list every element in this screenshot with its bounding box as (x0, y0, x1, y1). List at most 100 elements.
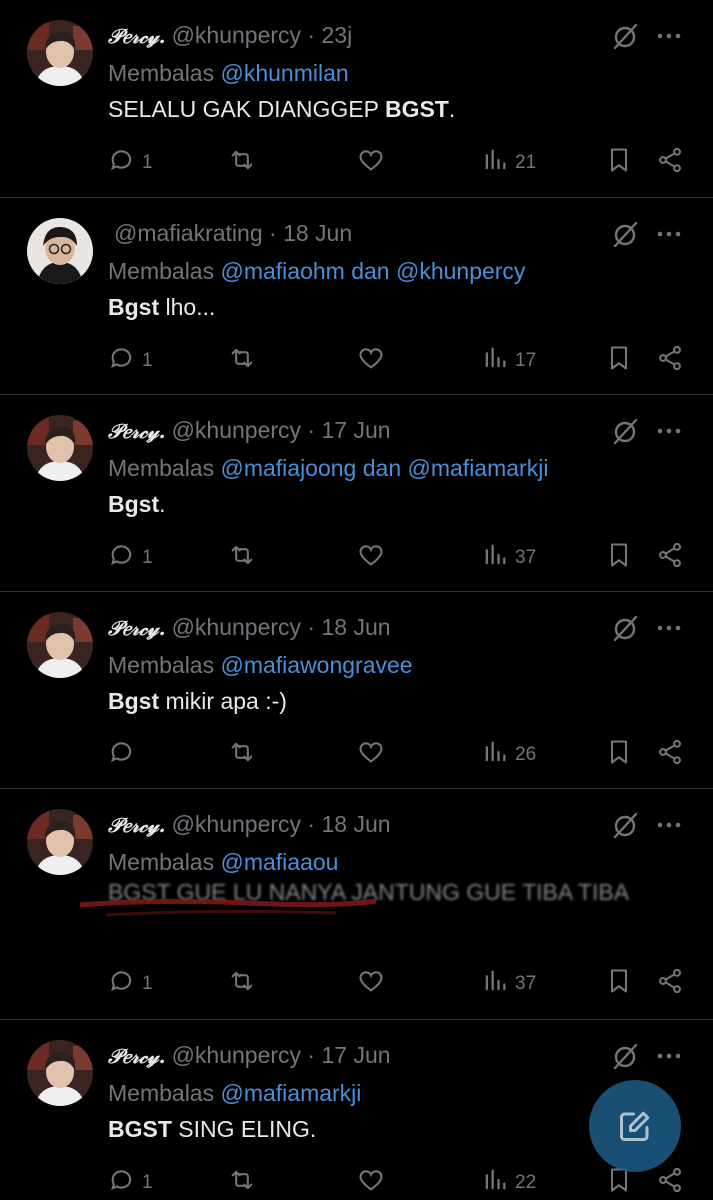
bold-text: BGST (108, 1116, 172, 1142)
tweet[interactable]: @mafiakrating · 18 Jun Membalas @mafiaoh… (0, 198, 713, 395)
mention-link[interactable]: @mafiaohm dan @khunpercy (220, 258, 525, 284)
views-button[interactable]: 26 (481, 738, 536, 772)
mention-link[interactable]: @mafiawongravee (220, 652, 412, 678)
display-name[interactable]: 𝒫𝑒𝓇𝒸𝓎. (108, 616, 166, 640)
tweet-text: Bgst lho... (108, 294, 215, 321)
bookmark-button[interactable] (605, 738, 633, 772)
avatar[interactable] (27, 809, 93, 875)
grok-icon[interactable] (609, 809, 641, 841)
like-button[interactable] (357, 967, 385, 1001)
like-button[interactable] (357, 541, 385, 575)
retweet-button[interactable] (228, 541, 256, 575)
share-button[interactable] (656, 1166, 684, 1200)
mention-link[interactable]: @mafiaaou (220, 849, 338, 875)
reply-count: 1 (142, 152, 153, 173)
reply-button[interactable]: 1 (108, 344, 153, 378)
avatar[interactable] (27, 1040, 93, 1106)
grok-icon[interactable] (609, 20, 641, 52)
tweet-text: BGST SING ELING. (108, 1116, 316, 1143)
display-name[interactable]: 𝒫𝑒𝓇𝒸𝓎. (108, 1044, 166, 1068)
avatar[interactable] (27, 612, 93, 678)
tweet-actions: 1 21 (0, 146, 713, 180)
reply-button[interactable]: 1 (108, 1166, 153, 1200)
avatar[interactable] (27, 218, 93, 284)
views-count: 17 (515, 350, 537, 371)
handle-and-date[interactable]: @khunpercy · 17 Jun (172, 1042, 391, 1068)
views-icon (481, 146, 509, 180)
mention-link[interactable]: @khunmilan (220, 60, 348, 86)
tweet-header: 𝒫𝑒𝓇𝒸𝓎. @khunpercy · 18 Jun (108, 811, 391, 838)
reply-button[interactable] (108, 738, 142, 772)
bookmark-button[interactable] (605, 146, 633, 180)
grok-icon[interactable] (609, 612, 641, 644)
handle-and-date[interactable]: @khunpercy · 17 Jun (172, 417, 391, 443)
retweet-button[interactable] (228, 146, 256, 180)
reply-button[interactable]: 1 (108, 541, 153, 575)
retweet-button[interactable] (228, 1166, 256, 1200)
share-button[interactable] (656, 344, 684, 378)
tweet[interactable]: 𝒫𝑒𝓇𝒸𝓎. @khunpercy · 18 Jun Membalas @mafi… (0, 592, 713, 789)
grok-icon[interactable] (609, 415, 641, 447)
handle-and-date[interactable]: @khunpercy · 18 Jun (172, 811, 391, 837)
mention-link[interactable]: @mafiajoong dan @mafiamarkji (220, 455, 548, 481)
reply-button[interactable]: 1 (108, 146, 153, 180)
grok-icon[interactable] (609, 218, 641, 250)
display-name[interactable]: 𝒫𝑒𝓇𝒸𝓎. (108, 419, 166, 443)
views-button[interactable]: 37 (481, 967, 536, 1001)
grok-icon[interactable] (609, 1040, 641, 1072)
views-count: 21 (515, 152, 537, 173)
share-button[interactable] (656, 738, 684, 772)
handle-and-date[interactable]: @mafiakrating · 18 Jun (114, 220, 352, 246)
display-name[interactable]: 𝒫𝑒𝓇𝒸𝓎. (108, 24, 166, 48)
share-icon (656, 738, 684, 772)
share-button[interactable] (656, 541, 684, 575)
more-options-icon[interactable] (652, 218, 686, 250)
share-button[interactable] (656, 967, 684, 1001)
tweet[interactable]: 𝒫𝑒𝓇𝒸𝓎. @khunpercy · 18 Jun Membalas @mafi… (0, 789, 713, 1020)
tweet-header: @mafiakrating · 18 Jun (108, 220, 352, 247)
share-icon (656, 967, 684, 1001)
views-button[interactable]: 37 (481, 541, 536, 575)
more-options-icon[interactable] (652, 809, 686, 841)
mention-link[interactable]: @mafiamarkji (220, 1080, 361, 1106)
plain-text: mikir apa :-) (159, 688, 287, 714)
retweet-button[interactable] (228, 344, 256, 378)
retweet-button[interactable] (228, 738, 256, 772)
share-button[interactable] (656, 146, 684, 180)
tweet[interactable]: 𝒫𝑒𝓇𝒸𝓎. @khunpercy · 23j Membalas @khunmil… (0, 0, 713, 198)
views-icon (481, 967, 509, 1001)
share-icon (656, 146, 684, 180)
like-button[interactable] (357, 1166, 385, 1200)
views-button[interactable]: 22 (481, 1166, 536, 1200)
display-name[interactable]: 𝒫𝑒𝓇𝒸𝓎. (108, 813, 166, 837)
reply-button[interactable]: 1 (108, 967, 153, 1001)
avatar[interactable] (27, 20, 93, 86)
retweet-button[interactable] (228, 967, 256, 1001)
views-button[interactable]: 21 (481, 146, 536, 180)
more-options-icon[interactable] (652, 415, 686, 447)
bookmark-button[interactable] (605, 967, 633, 1001)
handle-and-date[interactable]: @khunpercy · 18 Jun (172, 614, 391, 640)
heart-icon (357, 541, 385, 575)
more-options-icon[interactable] (652, 1040, 686, 1072)
retweet-icon (228, 1166, 256, 1200)
views-button[interactable]: 17 (481, 344, 536, 378)
reply-icon (108, 1166, 136, 1200)
reply-icon (108, 344, 136, 378)
more-options-icon[interactable] (652, 612, 686, 644)
like-button[interactable] (357, 738, 385, 772)
replying-to: Membalas @mafiaohm dan @khunpercy (108, 258, 525, 285)
like-button[interactable] (357, 344, 385, 378)
reply-count: 1 (142, 1172, 153, 1193)
plain-text: SING ELING. (171, 1116, 317, 1142)
handle-and-date[interactable]: @khunpercy · 23j (172, 22, 353, 48)
more-options-icon[interactable] (652, 20, 686, 52)
tweet[interactable]: 𝒫𝑒𝓇𝒸𝓎. @khunpercy · 17 Jun Membalas @mafi… (0, 395, 713, 592)
like-button[interactable] (357, 146, 385, 180)
compose-button[interactable] (589, 1080, 681, 1172)
bookmark-button[interactable] (605, 344, 633, 378)
bookmark-button[interactable] (605, 541, 633, 575)
tweet-header: 𝒫𝑒𝓇𝒸𝓎. @khunpercy · 17 Jun (108, 417, 391, 444)
avatar[interactable] (27, 415, 93, 481)
bookmark-icon (605, 344, 633, 378)
